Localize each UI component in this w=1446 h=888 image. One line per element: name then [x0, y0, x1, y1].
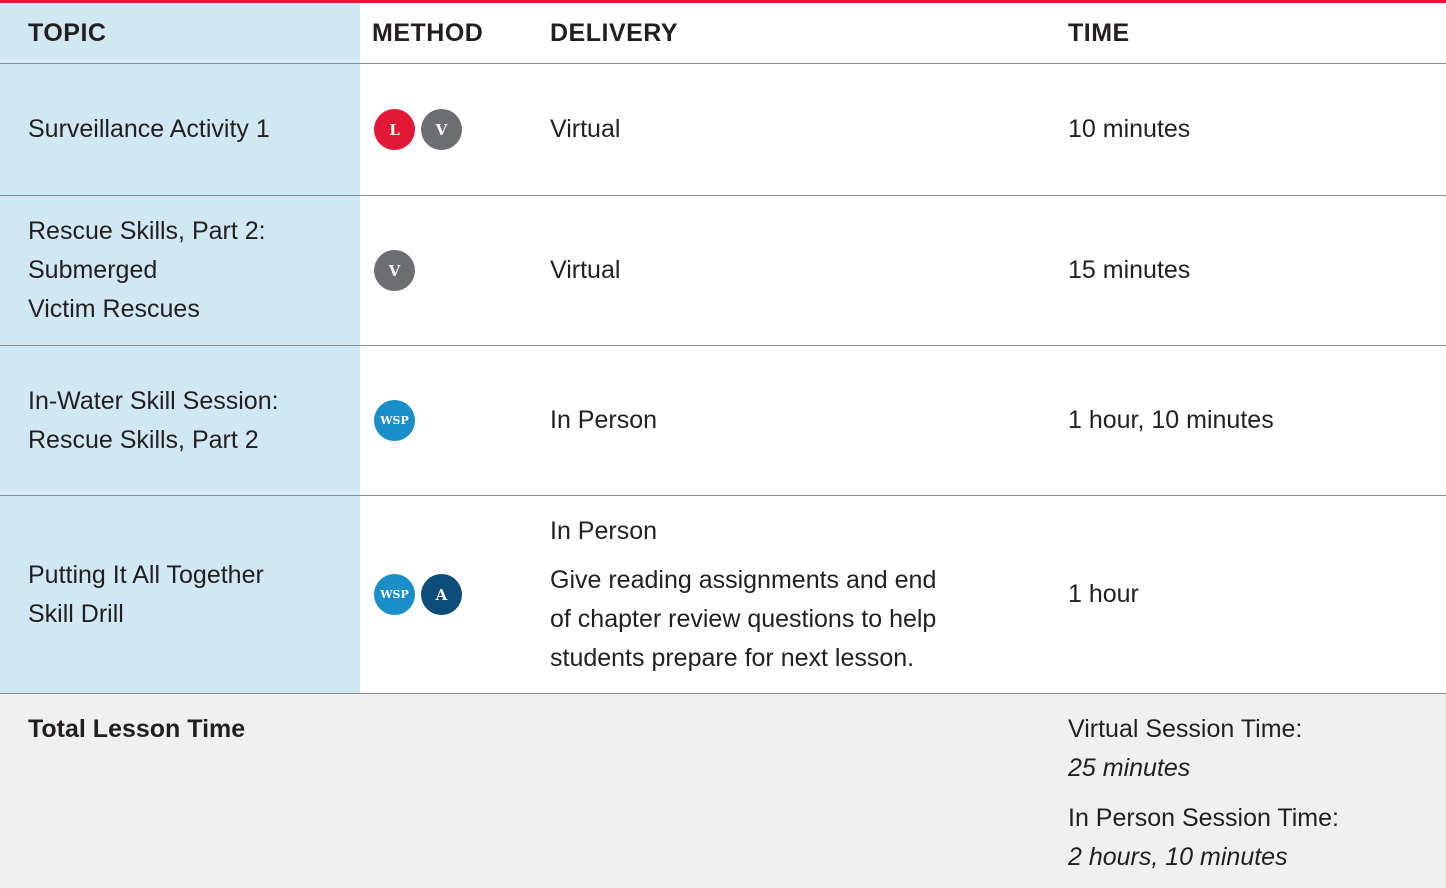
topic-line: Skill Drill [28, 599, 124, 628]
topic-line: Submerged [28, 256, 158, 284]
delivery-mode: In Person [550, 516, 658, 545]
delivery-cell: Virtual [550, 256, 621, 284]
topic-cell: In-Water Skill Session: Rescue Skills, P… [0, 346, 360, 495]
table-row: Rescue Skills, Part 2: Submerged Victim … [0, 196, 1446, 346]
delivery-note-line: of chapter review questions to help [550, 604, 937, 633]
method-cell: L V [360, 64, 550, 195]
time-cell: 15 minutes [1068, 256, 1191, 284]
header-topic: TOPIC [0, 3, 360, 63]
total-lesson-time-label: Total Lesson Time [28, 715, 246, 743]
time-cell: 1 hour, 10 minutes [1068, 406, 1274, 434]
method-badge-assignment: A [421, 574, 462, 615]
table-row: Surveillance Activity 1 L V Virtual 10 m… [0, 64, 1446, 196]
total-session-times: Virtual Session Time: 25 minutes In Pers… [1068, 710, 1339, 877]
topic-cell: Surveillance Activity 1 [0, 64, 360, 195]
topic-line: Rescue Skills, Part 2: [28, 217, 266, 245]
method-cell: V [360, 196, 550, 345]
topic-line: Victim Rescues [28, 295, 200, 323]
in-person-session-label: In Person Session Time: [1068, 804, 1339, 832]
topic-line: Putting It All Together [28, 560, 264, 589]
method-badge-lecture: L [374, 109, 415, 150]
topic-line: Rescue Skills, Part 2 [28, 425, 259, 454]
method-badges: WSP [374, 400, 415, 441]
topic-cell: Putting It All Together Skill Drill [0, 496, 360, 693]
method-badge-video: V [374, 250, 415, 291]
delivery-note: Give reading assignments and end of chap… [550, 561, 936, 678]
virtual-session-value: 25 minutes [1068, 754, 1191, 782]
header-delivery: DELIVERY [550, 18, 679, 47]
topic-line: Surveillance Activity 1 [28, 115, 270, 143]
topic-line: In-Water Skill Session: [28, 386, 279, 415]
topic-text: Putting It All Together Skill Drill [28, 556, 264, 634]
delivery-cell: In Person [550, 406, 658, 434]
method-badges: WSP A [374, 574, 462, 615]
table-row: Putting It All Together Skill Drill WSP … [0, 496, 1446, 694]
total-lesson-time-row: Total Lesson Time Virtual Session Time: … [0, 694, 1446, 888]
time-cell: 1 hour [1068, 580, 1139, 608]
virtual-session-label: Virtual Session Time: [1068, 715, 1303, 743]
method-badge-water-skill-practice: WSP [374, 400, 415, 441]
method-cell: WSP [360, 346, 550, 495]
table-row: In-Water Skill Session: Rescue Skills, P… [0, 346, 1446, 496]
delivery-cell: In Person Give reading assignments and e… [550, 496, 1068, 693]
header-time: TIME [1068, 18, 1130, 47]
method-badges: L V [374, 109, 462, 150]
delivery-cell: Virtual [550, 115, 621, 143]
topic-text: Surveillance Activity 1 [28, 110, 270, 149]
topic-text: Rescue Skills, Part 2: Submerged Victim … [28, 212, 266, 329]
delivery-note-line: Give reading assignments and end [550, 565, 937, 594]
method-cell: WSP A [360, 496, 550, 693]
in-person-session-value: 2 hours, 10 minutes [1068, 843, 1288, 871]
delivery-note-line: students prepare for next lesson. [550, 643, 915, 672]
header-method: METHOD [372, 18, 484, 47]
table-header-row: TOPIC METHOD DELIVERY TIME [0, 3, 1446, 64]
delivery-stack: In Person Give reading assignments and e… [550, 512, 936, 678]
time-cell: 10 minutes [1068, 115, 1191, 143]
lesson-plan-table: TOPIC METHOD DELIVERY TIME Surveillance … [0, 3, 1446, 694]
method-badge-video: V [421, 109, 462, 150]
topic-cell: Rescue Skills, Part 2: Submerged Victim … [0, 196, 360, 345]
method-badge-water-skill-practice: WSP [374, 574, 415, 615]
method-badges: V [374, 250, 415, 291]
topic-text: In-Water Skill Session: Rescue Skills, P… [28, 382, 279, 460]
